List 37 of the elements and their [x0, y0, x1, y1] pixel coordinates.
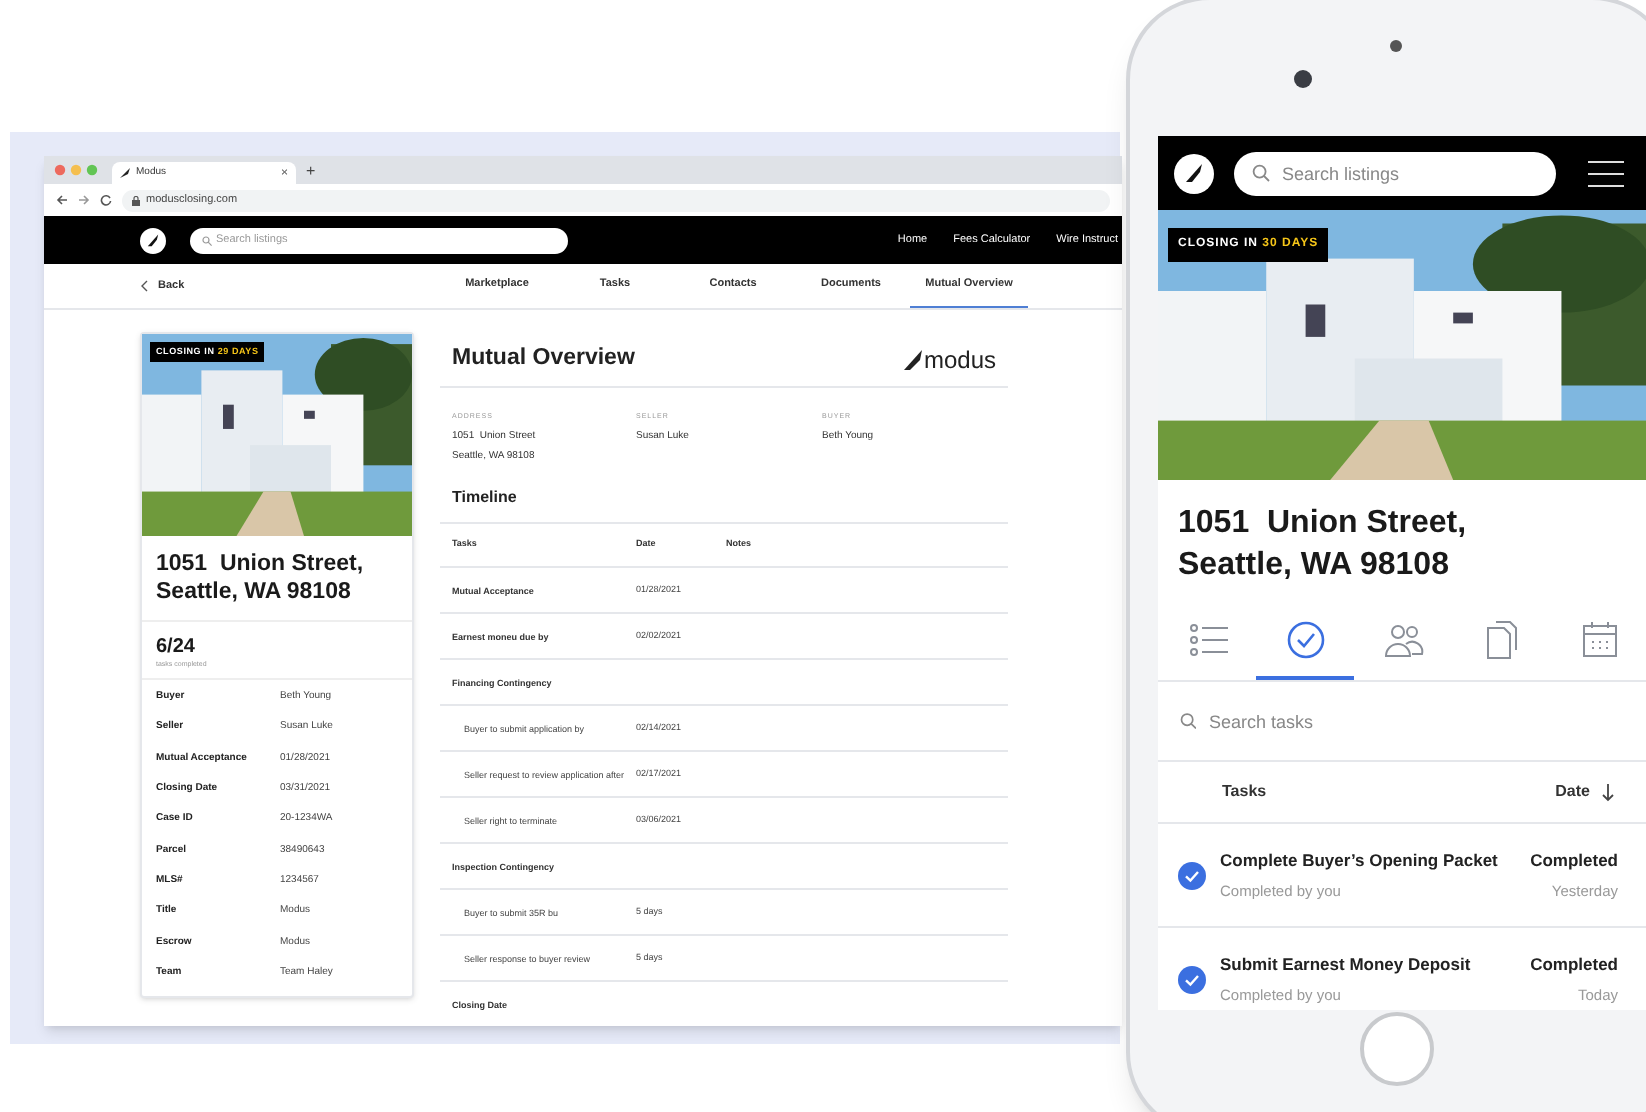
chevron-left-icon: [140, 280, 148, 292]
progress-count: 6/24: [156, 634, 197, 660]
menu-icon[interactable]: [1588, 159, 1624, 187]
task-search-field[interactable]: Search tasks: [1208, 701, 1646, 741]
task-title: Complete Buyer’s Opening Packet: [1220, 847, 1498, 873]
calendar-icon: [1580, 619, 1621, 659]
address-heading: Seattle, WA 98108: [156, 578, 353, 606]
search-icon: [1252, 164, 1270, 182]
address-heading: Seattle, WA 98108: [1178, 546, 1451, 586]
check-circle-icon: [1285, 619, 1326, 659]
reload-icon[interactable]: [100, 194, 112, 206]
camera-icon: [1294, 70, 1312, 88]
list-icon: [1187, 619, 1228, 659]
window-controls-icon: [54, 164, 102, 176]
documents-icon: [1482, 619, 1523, 659]
section-heading: Timeline: [440, 466, 1008, 525]
checkbox-icon[interactable]: [1178, 861, 1206, 889]
column-header: Tasks: [1222, 780, 1267, 804]
speaker-icon: [1390, 40, 1402, 52]
task-title: Submit Earnest Money Deposit: [1220, 951, 1471, 977]
lock-icon: [132, 195, 140, 205]
new-tab-button[interactable]: +: [306, 164, 316, 180]
arrow-down-icon: [1602, 783, 1614, 801]
task-status: Completed: [1530, 951, 1618, 977]
checkbox-icon[interactable]: [1178, 965, 1206, 993]
date-sort-button[interactable]: Date: [1555, 780, 1614, 804]
logo-text: modus: [923, 347, 996, 371]
address-heading: 1051 Union Street,: [156, 550, 366, 578]
search-icon: [202, 235, 212, 245]
back-arrow-icon[interactable]: [56, 194, 68, 206]
task-status: Completed: [1530, 847, 1618, 873]
search-field[interactable]: Search listings: [1234, 151, 1556, 195]
search-icon: [1180, 712, 1197, 730]
address-heading: 1051 Union Street,: [1178, 504, 1469, 544]
people-icon: [1384, 619, 1424, 659]
forward-arrow-icon[interactable]: [78, 194, 90, 206]
page-title: Mutual Overview: [452, 343, 635, 374]
